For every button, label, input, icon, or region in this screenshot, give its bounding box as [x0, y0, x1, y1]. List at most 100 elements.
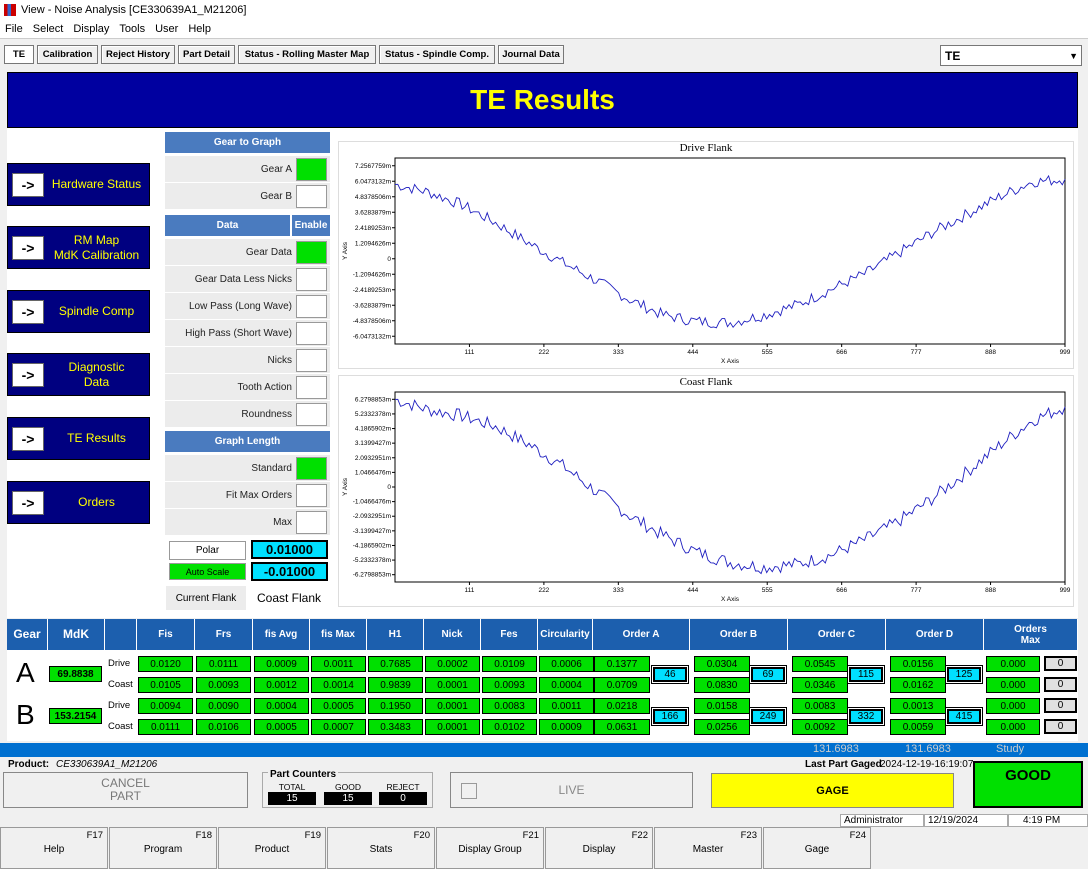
autoscale-button[interactable]: Auto Scale	[169, 563, 246, 580]
live-button[interactable]: LIVE	[450, 772, 693, 808]
nav-diagnostic-data[interactable]: -> Diagnostic Data	[7, 353, 150, 396]
tooth-action-checkbox[interactable]	[296, 376, 327, 399]
function-key-f23[interactable]: F23 Master	[654, 827, 762, 869]
option-label: Roundness	[241, 408, 292, 420]
y-tick-label: -3.6283879m	[353, 302, 391, 309]
cancel-part-button[interactable]: CANCEL PART	[3, 772, 248, 808]
status-mode: Study	[996, 743, 1025, 755]
nav-orders[interactable]: -> Orders	[7, 481, 150, 524]
option-label: Low Pass (Long Wave)	[188, 300, 292, 312]
y-tick-label: -1.2094626m	[353, 271, 391, 278]
arrow-right-icon: ->	[12, 235, 44, 260]
current-flank-label: Current Flank	[166, 586, 246, 610]
function-key-f22[interactable]: F22 Display	[545, 827, 653, 869]
metric-cell: 0.0001	[425, 719, 480, 735]
gear-data-less-nicks-checkbox[interactable]	[296, 268, 327, 291]
option-label: Nicks	[267, 354, 292, 366]
view-select[interactable]: TE ▼	[940, 45, 1082, 66]
menu-help[interactable]: Help	[183, 23, 216, 35]
counters-title: Part Counters	[268, 769, 339, 780]
tab-calibration[interactable]: Calibration	[37, 45, 98, 64]
order-amplitude-cell: 0.0158	[694, 698, 750, 714]
high-pass-checkbox[interactable]	[296, 322, 327, 345]
orders-max-count: 0	[1044, 719, 1077, 734]
mdk-value: 69.8838	[49, 666, 102, 682]
order-number[interactable]: 332	[849, 709, 883, 724]
tab-te[interactable]: TE	[4, 45, 34, 64]
metric-cell: 0.3483	[368, 719, 423, 735]
gear-a-row: Gear A	[165, 156, 330, 182]
order-number[interactable]: 166	[653, 709, 687, 724]
grid-header: Order C	[788, 619, 886, 650]
function-key-f19[interactable]: F19 Product	[218, 827, 326, 869]
menu-user[interactable]: User	[150, 23, 183, 35]
max-checkbox[interactable]	[296, 511, 327, 534]
function-key-f24[interactable]: F24 Gage	[763, 827, 871, 869]
order-number[interactable]: 115	[849, 667, 883, 682]
nav-hardware-status[interactable]: -> Hardware Status	[7, 163, 150, 206]
page-title: TE Results	[470, 84, 615, 115]
function-key-f18[interactable]: F18 Program	[109, 827, 217, 869]
menu-file[interactable]: File	[0, 23, 28, 35]
live-checkbox[interactable]	[461, 783, 477, 799]
total-count: 15	[268, 792, 316, 805]
function-key-f17[interactable]: F17 Help	[0, 827, 108, 869]
order-number[interactable]: 415	[947, 709, 981, 724]
y-axis-label: Y Axis	[342, 477, 349, 496]
tab-rolling-master-map[interactable]: Status - Rolling Master Map	[238, 45, 376, 64]
y-tick-label: 1.2094626m	[355, 240, 391, 247]
gear-a-checkbox[interactable]	[296, 158, 327, 181]
orders-max-cell: 0.000	[986, 656, 1040, 672]
polar-value[interactable]: 0.01000	[251, 540, 328, 559]
roundness-checkbox[interactable]	[296, 403, 327, 426]
order-number[interactable]: 69	[751, 667, 785, 682]
data-row: Low Pass (Long Wave)	[165, 293, 330, 319]
low-pass-checkbox[interactable]	[296, 295, 327, 318]
function-key-label: Help	[43, 844, 65, 855]
nav-rm-map[interactable]: -> RM Map MdK Calibration	[7, 226, 150, 269]
reject-count: 0	[379, 792, 427, 805]
tab-reject-history[interactable]: Reject History	[101, 45, 175, 64]
order-number[interactable]: 46	[653, 667, 687, 682]
order-number[interactable]: 125	[947, 667, 981, 682]
live-label: LIVE	[558, 783, 585, 797]
function-key-f20[interactable]: F20 Stats	[327, 827, 435, 869]
nav-label: RM Map MdK Calibration	[53, 232, 140, 262]
order-amplitude-cell: 0.0631	[594, 719, 650, 735]
menu-tools[interactable]: Tools	[114, 23, 150, 35]
fit-max-orders-checkbox[interactable]	[296, 484, 327, 507]
current-time: 4:19 PM	[1008, 814, 1088, 827]
nav-spindle-comp[interactable]: -> Spindle Comp	[7, 290, 150, 333]
order-amplitude-cell: 0.0346	[792, 677, 848, 693]
function-key-f21[interactable]: F21 Display Group	[436, 827, 544, 869]
x-tick-label: 999	[1060, 587, 1071, 594]
nicks-checkbox[interactable]	[296, 349, 327, 372]
menu-display[interactable]: Display	[68, 23, 114, 35]
metric-cell: 0.0105	[138, 677, 193, 693]
gear-data-checkbox[interactable]	[296, 241, 327, 264]
metric-cell: 0.0090	[196, 698, 251, 714]
chevron-down-icon[interactable]: ▼	[1069, 51, 1078, 61]
x-axis-label: X Axis	[721, 358, 740, 365]
standard-checkbox[interactable]	[296, 457, 327, 480]
tab-spindle-comp[interactable]: Status - Spindle Comp.	[379, 45, 495, 64]
grid-header: fis Max	[310, 619, 367, 650]
order-number[interactable]: 249	[751, 709, 785, 724]
polar-button[interactable]: Polar	[169, 541, 246, 560]
y-tick-label: 6.0473132m	[355, 178, 391, 185]
metric-cell: 0.1950	[368, 698, 423, 714]
metric-cell: 0.0009	[539, 719, 594, 735]
autoscale-value[interactable]: -0.01000	[251, 562, 328, 581]
gear-b-checkbox[interactable]	[296, 185, 327, 208]
grid-header: Nick	[424, 619, 481, 650]
menu-select[interactable]: Select	[28, 23, 69, 35]
tab-journal-data[interactable]: Journal Data	[498, 45, 564, 64]
coast-flank-chart: Coast Flank 6.2798853m 5.2332378m 4.186590…	[338, 375, 1074, 607]
nav-te-results[interactable]: -> TE Results	[7, 417, 150, 460]
gage-button[interactable]: GAGE	[711, 773, 954, 808]
metric-cell: 0.0005	[311, 698, 366, 714]
metric-cell: 0.0111	[138, 719, 193, 735]
x-tick-label: 888	[985, 349, 996, 356]
tab-part-detail[interactable]: Part Detail	[178, 45, 235, 64]
grid-header: H1	[367, 619, 424, 650]
